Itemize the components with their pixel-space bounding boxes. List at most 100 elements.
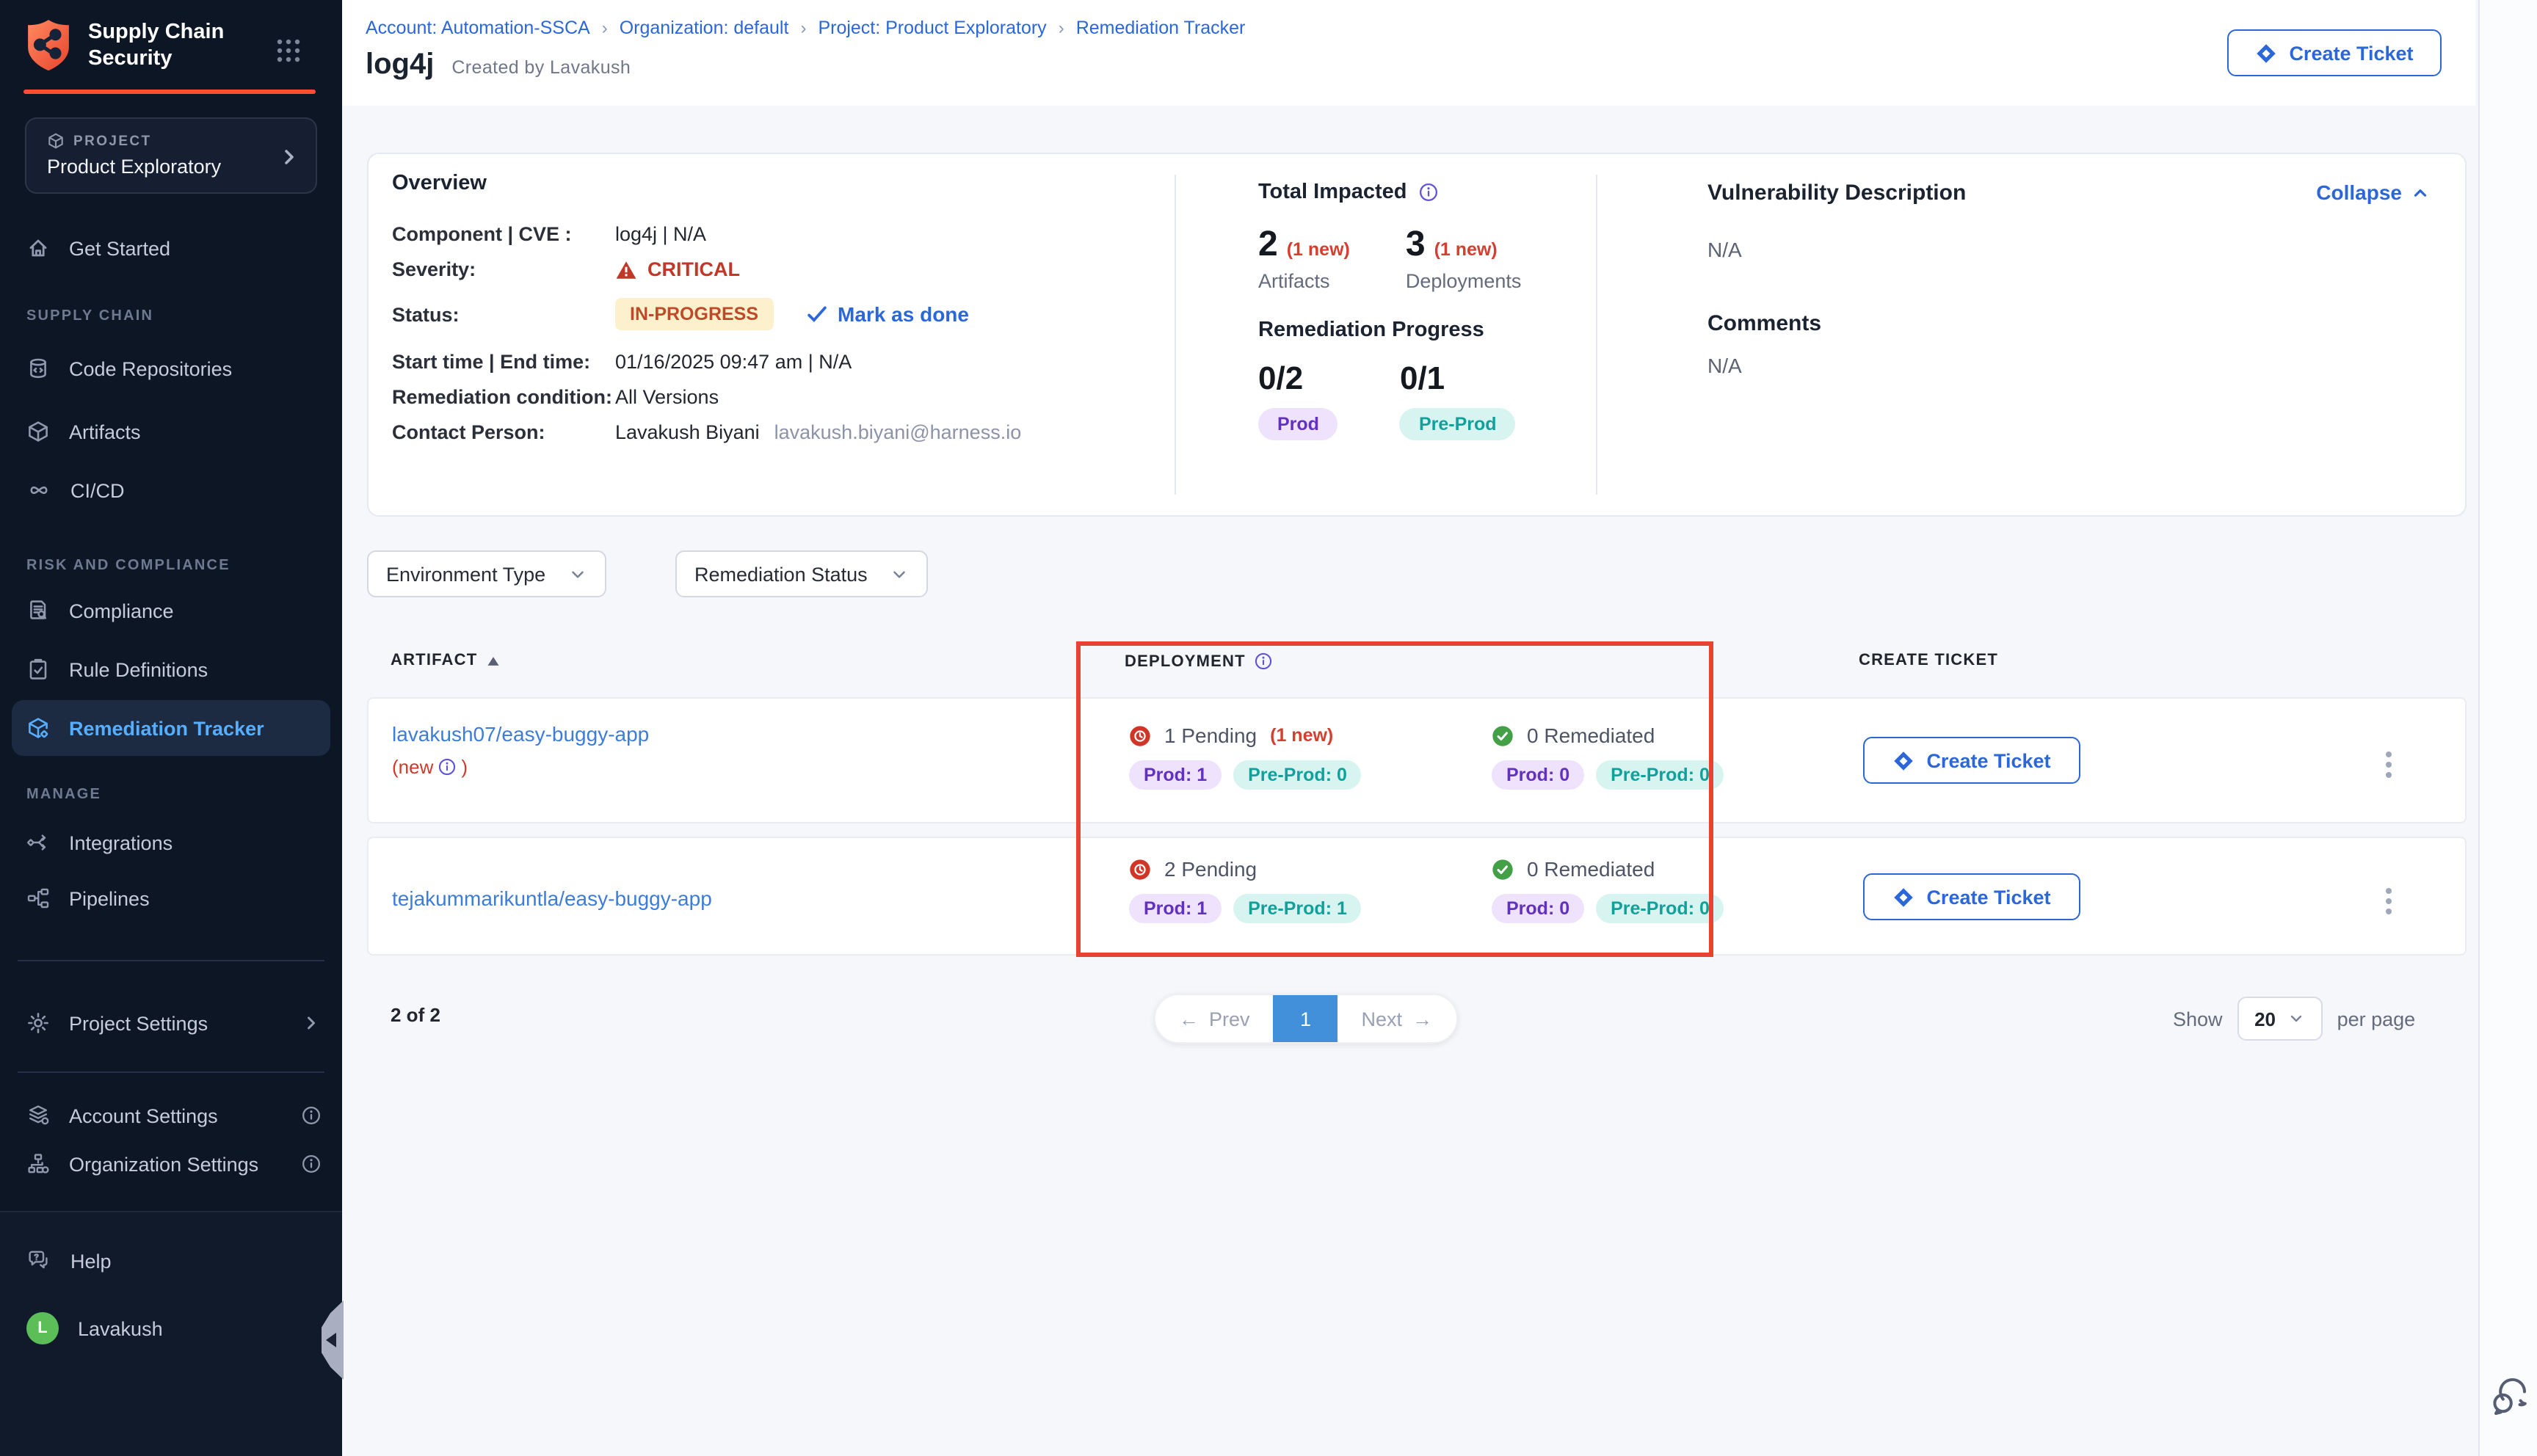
sidebar-footer: Help L Lavakush: [0, 1211, 342, 1456]
info-icon[interactable]: [438, 757, 457, 776]
sidebar-item-account-settings[interactable]: Account Settings: [0, 1091, 342, 1140]
comments-value: N/A: [1707, 354, 2430, 377]
right-scroll-strip: [2478, 0, 2537, 1456]
column-header-deployment: DEPLOYMENT: [1125, 652, 1274, 671]
contact-email[interactable]: lavakush.biyani@harness.io: [774, 421, 1022, 443]
info-icon[interactable]: [1255, 652, 1274, 671]
contact-label: Contact Person:: [392, 421, 615, 443]
sidebar-item-get-started[interactable]: Get Started: [0, 223, 342, 273]
sidebar-item-compliance[interactable]: Compliance: [0, 586, 342, 636]
sidebar-item-user[interactable]: L Lavakush: [0, 1303, 342, 1353]
sidebar: Supply Chain Security PROJECT Product Ex…: [0, 0, 342, 1456]
check-icon: [805, 304, 827, 324]
collapse-link[interactable]: Collapse: [2316, 181, 2430, 204]
sidebar-item-code-repositories[interactable]: Code Repositories: [0, 343, 342, 393]
remediated-group: 0 Remediated Prod: 0 Pre-Prod: 0: [1492, 724, 1724, 790]
sidebar-label: Artifacts: [69, 421, 141, 443]
code-repository-icon: [26, 357, 50, 380]
sidebar-label: Organization Settings: [69, 1153, 258, 1175]
sidebar-label: Integrations: [69, 831, 173, 853]
sidebar-label: Code Repositories: [69, 357, 232, 379]
sidebar-item-help[interactable]: Help: [0, 1236, 342, 1286]
breadcrumb-page[interactable]: Remediation Tracker: [1076, 18, 1246, 38]
remediation-status-filter[interactable]: Remediation Status: [675, 550, 928, 597]
main-content: Account: Automation-SSCA › Organization:…: [342, 0, 2475, 1456]
prev-page-button[interactable]: ← Prev: [1155, 994, 1274, 1044]
info-icon[interactable]: [1419, 182, 1440, 203]
contact-name: Lavakush Biyani: [615, 421, 760, 443]
sidebar-item-integrations[interactable]: Integrations: [0, 818, 342, 867]
project-label: PROJECT: [73, 133, 152, 149]
pending-count: 1 Pending: [1164, 724, 1257, 747]
component-cve-value: log4j | N/A: [615, 223, 706, 245]
user-name: Lavakush: [78, 1317, 163, 1339]
column-header-artifact[interactable]: ARTIFACT: [391, 652, 501, 669]
chevron-down-icon: [568, 564, 587, 583]
per-page-label: per page: [2337, 1008, 2416, 1030]
brand-accent-line: [23, 90, 316, 94]
remediated-prod-badge: Prod: 0: [1492, 760, 1584, 790]
home-icon: [26, 236, 50, 260]
module-grid-icon[interactable]: [276, 38, 301, 63]
sidebar-label: Account Settings: [69, 1104, 218, 1126]
arrow-left-icon: ←: [1179, 1008, 1199, 1030]
sidebar-item-artifacts[interactable]: Artifacts: [0, 407, 342, 456]
pagination-count: 2 of 2: [391, 1004, 440, 1026]
remediation-cube-icon: [26, 716, 50, 740]
product-logo[interactable]: Supply Chain Security: [23, 18, 224, 73]
info-icon[interactable]: [301, 1154, 322, 1174]
artifact-link[interactable]: tejakummarikuntla/easy-buggy-app: [392, 887, 712, 910]
time-label: Start time | End time:: [392, 351, 615, 373]
mark-as-done-link[interactable]: Mark as done: [805, 302, 969, 326]
page-number-active[interactable]: 1: [1274, 994, 1338, 1044]
artifacts-count: 2: [1258, 225, 1278, 266]
sidebar-item-pipelines[interactable]: Pipelines: [0, 873, 342, 923]
created-by-text: Created by Lavakush: [451, 57, 631, 78]
pipelines-icon: [26, 887, 50, 910]
next-page-button[interactable]: Next →: [1338, 994, 1456, 1044]
create-ticket-button-header[interactable]: Create Ticket: [2227, 29, 2442, 76]
overview-section: Overview Component | CVE : log4j | N/A S…: [392, 172, 1155, 443]
artifacts-count-label: Artifacts: [1258, 270, 1350, 292]
page-title: log4j: [366, 48, 434, 82]
sidebar-item-organization-settings[interactable]: Organization Settings: [0, 1139, 342, 1189]
breadcrumb-separator: ›: [1059, 18, 1064, 38]
clipboard-check-icon: [26, 658, 50, 681]
show-label: Show: [2173, 1008, 2223, 1030]
sidebar-item-project-settings[interactable]: Project Settings: [0, 998, 342, 1048]
severity-value: CRITICAL: [647, 258, 740, 280]
vulnerability-section: Vulnerability Description Collapse N/A C…: [1707, 181, 2430, 377]
row-menu-kebab-icon[interactable]: [2380, 882, 2398, 920]
sidebar-item-remediation-tracker[interactable]: Remediation Tracker: [12, 700, 330, 756]
info-icon[interactable]: [301, 1105, 322, 1126]
sidebar-divider: [18, 1071, 324, 1073]
sidebar-divider: [18, 960, 324, 961]
create-ticket-button-row[interactable]: Create Ticket: [1863, 737, 2080, 784]
support-chat-icon[interactable]: [2489, 1377, 2530, 1415]
card-divider: [1175, 175, 1176, 495]
artifact-new-tag: (new ): [392, 756, 649, 778]
create-ticket-button-row[interactable]: Create Ticket: [1863, 873, 2080, 920]
page-size-select[interactable]: 20: [2237, 997, 2323, 1041]
deployments-count: 3: [1406, 225, 1426, 266]
chevron-right-icon: [301, 1013, 322, 1033]
breadcrumb-organization[interactable]: Organization: default: [620, 18, 789, 38]
row-menu-kebab-icon[interactable]: [2380, 746, 2398, 784]
project-cube-icon: [47, 132, 65, 150]
diamond-icon: [2255, 42, 2277, 64]
artifact-link[interactable]: lavakush07/easy-buggy-app: [392, 722, 649, 746]
sidebar-item-rule-definitions[interactable]: Rule Definitions: [0, 644, 342, 694]
card-divider: [1596, 175, 1597, 495]
section-supply-chain: SUPPLY CHAIN: [26, 308, 153, 324]
breadcrumb-account[interactable]: Account: Automation-SSCA: [366, 18, 590, 38]
chevron-down-icon: [890, 564, 909, 583]
app-root: Supply Chain Security PROJECT Product Ex…: [0, 0, 2537, 1456]
project-selector[interactable]: PROJECT Product Exploratory: [25, 117, 317, 194]
sidebar-label: Rule Definitions: [69, 658, 208, 680]
remediated-preprod-badge: Pre-Prod: 0: [1596, 894, 1724, 923]
breadcrumb-project[interactable]: Project: Product Exploratory: [818, 18, 1046, 38]
environment-type-filter[interactable]: Environment Type: [367, 550, 606, 597]
artifacts-new-count: (1 new): [1287, 239, 1350, 260]
total-impacted-section: Total Impacted 2(1 new) Artifacts 3(1 ne…: [1258, 181, 1581, 440]
sidebar-item-cicd[interactable]: CI/CD: [0, 465, 342, 515]
